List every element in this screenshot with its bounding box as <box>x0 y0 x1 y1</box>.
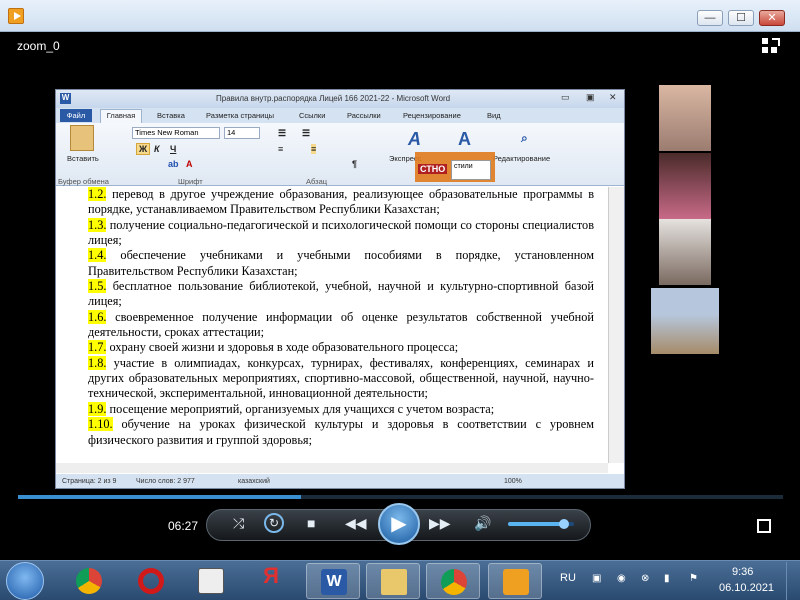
fullscreen-icon[interactable] <box>757 519 771 533</box>
stop-icon[interactable]: ■ <box>307 515 315 531</box>
underline-button[interactable]: Ч <box>170 144 176 154</box>
list-item: 1.10. обучение на уроках физической куль… <box>88 417 594 447</box>
paste-label[interactable]: Вставить <box>67 154 99 163</box>
taskbar-yandex[interactable]: Я <box>244 563 298 599</box>
tab-layout[interactable]: Разметка страницы <box>206 111 274 120</box>
italic-button[interactable]: К <box>154 144 160 154</box>
word-icon: W <box>60 93 71 104</box>
word-count[interactable]: Число слов: 2 977 <box>136 478 195 485</box>
word-max-button[interactable]: ▣ <box>586 92 595 103</box>
vertical-scrollbar[interactable] <box>608 187 624 463</box>
previous-icon[interactable]: ◀◀ <box>345 515 367 532</box>
list-item: 1.7. охрану своей жизни и здоровья в ход… <box>88 340 459 355</box>
tab-insert[interactable]: Вставка <box>157 111 185 120</box>
list-item: 1.4. обеспечение учебниками и учебными п… <box>88 248 594 278</box>
tab-references[interactable]: Ссылки <box>299 111 325 120</box>
numbering-icon[interactable]: ☰ <box>302 128 310 139</box>
styles-button[interactable]: стили <box>451 160 491 180</box>
tray-icon[interactable]: ◉ <box>617 573 629 585</box>
volume-level <box>508 522 565 526</box>
clock-time[interactable]: 9:36 <box>732 566 753 578</box>
express-styles-icon[interactable]: A <box>408 129 421 150</box>
find-icon[interactable]: ⌕ <box>521 131 528 146</box>
tab-mailings[interactable]: Рассылки <box>347 111 381 120</box>
participant-video[interactable] <box>659 153 711 219</box>
group-paragraph: Абзац <box>306 177 328 186</box>
minimize-button[interactable]: — <box>697 10 723 26</box>
player-titlebar <box>0 0 800 32</box>
start-button[interactable] <box>6 562 44 600</box>
show-desktop-button[interactable] <box>786 562 800 600</box>
taskbar-chrome[interactable] <box>62 563 116 599</box>
seek-progress <box>18 495 302 499</box>
player-app-icon <box>8 8 24 24</box>
tab-file[interactable]: Файл <box>60 109 92 122</box>
flag-icon[interactable]: ⚑ <box>689 573 701 585</box>
tab-review[interactable]: Рецензирование <box>403 111 461 120</box>
zoom-level[interactable]: 100% <box>504 478 522 485</box>
word-close-button[interactable]: ✕ <box>609 92 617 103</box>
tab-view[interactable]: Вид <box>487 111 501 120</box>
word-titlebar: Правила внутр.распорядка Лицей 166 2021-… <box>56 90 624 108</box>
participant-video[interactable] <box>659 219 711 285</box>
group-clipboard: Буфер обмена <box>58 177 109 186</box>
word-min-button[interactable]: ▭ <box>561 92 570 103</box>
shuffle-icon[interactable]: ⤮ <box>233 515 244 532</box>
highlight-icon[interactable]: ab <box>168 159 179 169</box>
elapsed-time: 06:27 <box>168 519 199 533</box>
group-font: Шрифт <box>178 177 203 186</box>
list-item: 1.6. своевременное получение информации … <box>88 309 594 340</box>
justify-icon[interactable]: ≡ <box>311 144 317 154</box>
horizontal-scrollbar[interactable] <box>56 463 608 473</box>
list-item: 1.8. участие в олимпиадах, конкурсах, ту… <box>88 355 594 401</box>
list-item: 1.9. посещение мероприятий, организуемых… <box>88 401 495 416</box>
font-color-icon[interactable]: A <box>186 159 193 169</box>
taskbar-chrome-2[interactable] <box>426 563 480 599</box>
doc-language[interactable]: казахский <box>238 478 270 485</box>
overlay-text: СТНО <box>418 164 448 174</box>
document-page[interactable]: 1.2. перевод в другое учреждение образов… <box>62 187 600 463</box>
network-icon[interactable]: ▮ <box>664 573 676 585</box>
editing-label[interactable]: Редактирование <box>493 154 550 163</box>
maximize-button[interactable]: ☐ <box>728 10 754 26</box>
taskbar-opera[interactable] <box>124 563 178 599</box>
taskbar-explorer[interactable] <box>366 563 420 599</box>
ribbon-tabs: Файл Главная Вставка Разметка страницы С… <box>56 108 624 123</box>
tray-icon[interactable]: ⊗ <box>641 573 653 585</box>
list-item: 1.2. перевод в другое учреждение образов… <box>88 187 594 217</box>
word-title: Правила внутр.распорядка Лицей 166 2021-… <box>216 94 451 103</box>
repeat-icon[interactable]: ↻ <box>264 513 284 533</box>
align-left-icon[interactable]: ≡ <box>278 144 283 154</box>
participant-panel <box>626 85 745 357</box>
shared-word-window: Правила внутр.распорядка Лицей 166 2021-… <box>55 89 625 489</box>
font-size-field[interactable]: 14 <box>224 127 260 139</box>
tab-home[interactable]: Главная <box>100 109 142 123</box>
close-button[interactable]: ✕ <box>759 10 785 26</box>
volume-icon[interactable]: 🔊 <box>474 515 491 532</box>
bold-button[interactable]: Ж <box>136 143 151 155</box>
window-title: zoom_0 <box>17 39 60 53</box>
font-name-field[interactable]: Times New Roman <box>132 127 220 139</box>
page-count[interactable]: Страница: 2 из 9 <box>62 478 116 485</box>
list-item: 1.3. получение социально-педагогической … <box>88 217 594 248</box>
taskbar-app[interactable] <box>184 563 238 599</box>
tray-icon[interactable]: ▣ <box>592 573 604 585</box>
language-indicator[interactable]: RU <box>560 572 576 584</box>
play-button[interactable]: ▶ <box>378 503 420 545</box>
participant-video[interactable] <box>651 288 719 354</box>
bullets-icon[interactable]: ☰ <box>278 128 286 139</box>
pilcrow-icon[interactable]: ¶ <box>352 159 357 169</box>
taskbar-word[interactable]: W <box>306 563 360 599</box>
clock-date[interactable]: 06.10.2021 <box>719 582 774 594</box>
ribbon: Вставить Times New Roman 14 Ж К Ч A ab ☰… <box>56 123 624 186</box>
next-icon[interactable]: ▶▶ <box>429 515 451 532</box>
layout-icon[interactable] <box>762 38 782 54</box>
word-statusbar: Страница: 2 из 9 Число слов: 2 977 казах… <box>56 474 624 488</box>
taskbar-player[interactable] <box>488 563 542 599</box>
paste-icon[interactable] <box>70 125 94 151</box>
list-item: 1.5. бесплатное пользование библиотекой,… <box>88 279 594 309</box>
participant-video[interactable] <box>659 85 711 151</box>
change-styles-icon[interactable]: A <box>458 129 471 150</box>
